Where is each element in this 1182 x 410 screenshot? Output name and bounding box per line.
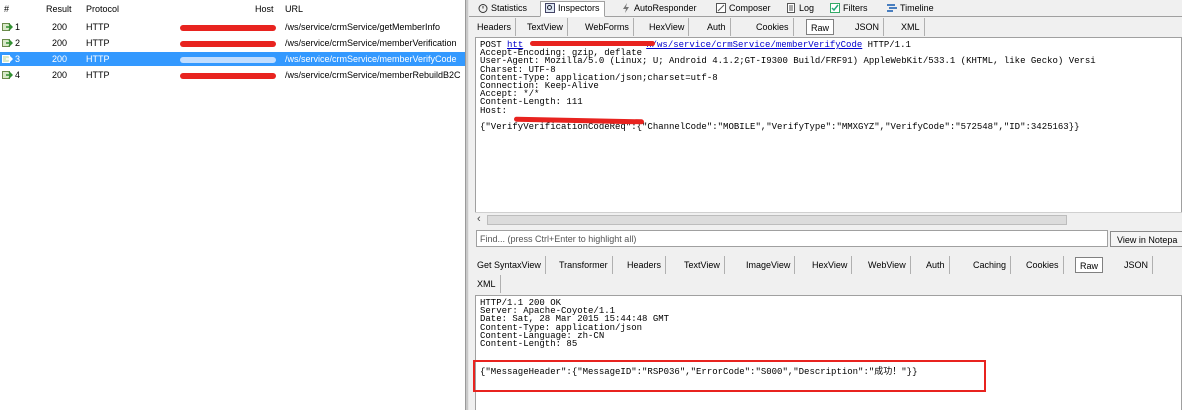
response-tab-bar-row2: XML bbox=[473, 275, 1182, 293]
scroll-thumb[interactable] bbox=[487, 215, 1067, 225]
request-header-line: Accept: */* bbox=[480, 89, 540, 100]
resp-tab-hexview[interactable]: HexView bbox=[808, 256, 853, 274]
tab-composer[interactable]: Composer bbox=[711, 1, 776, 16]
request-header-line: Host: bbox=[480, 105, 513, 116]
session-protocol: HTTP bbox=[86, 38, 110, 48]
stopwatch-icon bbox=[478, 4, 488, 13]
resp-tab-headers[interactable]: Headers bbox=[623, 256, 667, 274]
col-result-header[interactable]: Result bbox=[46, 4, 72, 14]
session-result: 200 bbox=[52, 38, 68, 48]
session-protocol: HTTP bbox=[86, 70, 110, 80]
lightning-icon bbox=[623, 3, 629, 13]
request-header-line: Connection: Keep-Alive bbox=[480, 80, 599, 91]
scroll-left-icon[interactable]: ‹ bbox=[477, 213, 481, 225]
resp-tab-imageview[interactable]: ImageView bbox=[742, 256, 796, 274]
resp-tab-webview[interactable]: WebView bbox=[864, 256, 911, 274]
session-row[interactable]: 2 200 HTTP /ws/service/crmService/member… bbox=[0, 36, 465, 50]
resp-tab-caching[interactable]: Caching bbox=[969, 256, 1012, 274]
session-result: 200 bbox=[52, 70, 68, 80]
timeline-icon bbox=[887, 4, 897, 12]
inspect-icon bbox=[545, 3, 555, 13]
col-host-header[interactable]: Host bbox=[255, 4, 274, 14]
response-raw-view[interactable]: HTTP/1.1 200 OK Server: Apache-Coyote/1.1… bbox=[475, 295, 1182, 410]
session-result: 200 bbox=[52, 54, 68, 64]
tab-autoresponder[interactable]: AutoResponder bbox=[616, 1, 702, 16]
req-tab-textview[interactable]: TextView bbox=[523, 18, 568, 36]
request-raw-view[interactable]: POST htt n/ws/service/crmService/memberVe… bbox=[475, 37, 1182, 213]
request-header-line: User-Agent: Mozilla/5.0 (Linux; U; Andro… bbox=[480, 56, 1096, 67]
col-url-header[interactable]: URL bbox=[285, 4, 303, 14]
redacted-host bbox=[180, 41, 276, 47]
req-tab-raw[interactable]: Raw bbox=[806, 19, 835, 35]
req-tab-webforms[interactable]: WebForms bbox=[581, 18, 634, 36]
session-url: /ws/service/crmService/memberVerificatio… bbox=[285, 38, 457, 48]
session-protocol: HTTP bbox=[86, 54, 110, 64]
tab-statistics[interactable]: Statistics bbox=[473, 1, 532, 16]
find-input[interactable]: Find... (press Ctrl+Enter to highlight a… bbox=[476, 230, 1108, 247]
session-url: /ws/service/crmService/getMemberInfo bbox=[285, 22, 441, 32]
redaction-mark bbox=[530, 41, 655, 46]
response-header-line: Content-Length: 85 bbox=[480, 338, 578, 349]
resp-tab-get-syntaxview[interactable]: Get SyntaxView bbox=[473, 256, 546, 274]
pencil-icon bbox=[716, 3, 726, 13]
resp-tab-raw[interactable]: Raw bbox=[1075, 257, 1104, 273]
session-number: 1 bbox=[15, 22, 21, 32]
request-horizontal-scrollbar[interactable]: ‹ bbox=[475, 212, 1182, 226]
request-header-line: Content-Length: 111 bbox=[480, 97, 583, 108]
col-num-header[interactable]: # bbox=[4, 4, 9, 14]
resp-tab-cookies[interactable]: Cookies bbox=[1022, 256, 1064, 274]
main-tab-bar: Statistics Inspectors AutoResponder Comp… bbox=[469, 0, 1182, 17]
highlight-box bbox=[473, 360, 986, 392]
session-arrow-icon bbox=[2, 54, 13, 64]
session-list-header: # Result Protocol Host URL bbox=[0, 2, 465, 17]
req-tab-hexview[interactable]: HexView bbox=[645, 18, 690, 36]
session-arrow-icon bbox=[2, 70, 13, 80]
log-icon bbox=[787, 3, 795, 13]
view-in-notepad-button[interactable]: View in Notepa bbox=[1110, 231, 1182, 247]
response-tab-bar: Get SyntaxView Transformer Headers TextV… bbox=[473, 256, 1182, 274]
session-number: 3 bbox=[15, 54, 21, 64]
checkbox-icon bbox=[830, 3, 840, 13]
session-url: /ws/service/crmService/memberRebuildB2C bbox=[285, 70, 461, 80]
redacted-host bbox=[180, 25, 276, 31]
session-number: 2 bbox=[15, 38, 21, 48]
session-protocol: HTTP bbox=[86, 22, 110, 32]
redacted-host bbox=[180, 57, 276, 63]
redacted-host bbox=[180, 73, 276, 79]
inspector-pane: Statistics Inspectors AutoResponder Comp… bbox=[469, 0, 1182, 410]
resp-tab-textview[interactable]: TextView bbox=[680, 256, 725, 274]
tab-filters[interactable]: Filters bbox=[825, 1, 873, 16]
col-protocol-header[interactable]: Protocol bbox=[86, 4, 119, 14]
session-row-selected[interactable]: 3 200 HTTP /ws/service/crmService/member… bbox=[0, 52, 465, 66]
session-number: 4 bbox=[15, 70, 21, 80]
req-tab-json[interactable]: JSON bbox=[851, 18, 885, 36]
session-arrow-icon bbox=[2, 38, 13, 48]
session-row[interactable]: 4 200 HTTP /ws/service/crmService/member… bbox=[0, 68, 465, 82]
session-arrow-icon bbox=[2, 22, 13, 32]
req-tab-xml[interactable]: XML bbox=[897, 18, 925, 36]
req-tab-auth[interactable]: Auth bbox=[703, 18, 731, 36]
resp-tab-json[interactable]: JSON bbox=[1120, 256, 1154, 274]
session-result: 200 bbox=[52, 22, 68, 32]
req-tab-cookies[interactable]: Cookies bbox=[752, 18, 794, 36]
session-url: /ws/service/crmService/memberVerifyCode bbox=[285, 54, 457, 64]
request-tab-bar: Headers TextView WebForms HexView Auth C… bbox=[473, 18, 1182, 36]
request-body: {"VerifyVerificationCodeReq":{"ChannelCo… bbox=[480, 121, 1080, 132]
tab-log[interactable]: Log bbox=[781, 1, 819, 16]
resp-tab-auth[interactable]: Auth bbox=[922, 256, 950, 274]
resp-tab-transformer[interactable]: Transformer bbox=[555, 256, 613, 274]
resp-tab-xml[interactable]: XML bbox=[473, 275, 501, 293]
tab-inspectors[interactable]: Inspectors bbox=[540, 1, 605, 17]
session-row[interactable]: 1 200 HTTP /ws/service/crmService/getMem… bbox=[0, 20, 465, 34]
response-header-line: Content-Language: zh-CN bbox=[480, 330, 605, 341]
tab-timeline[interactable]: Timeline bbox=[882, 1, 939, 16]
session-list: # Result Protocol Host URL 1 200 HTTP /w… bbox=[0, 0, 465, 410]
req-tab-headers[interactable]: Headers bbox=[473, 18, 517, 36]
